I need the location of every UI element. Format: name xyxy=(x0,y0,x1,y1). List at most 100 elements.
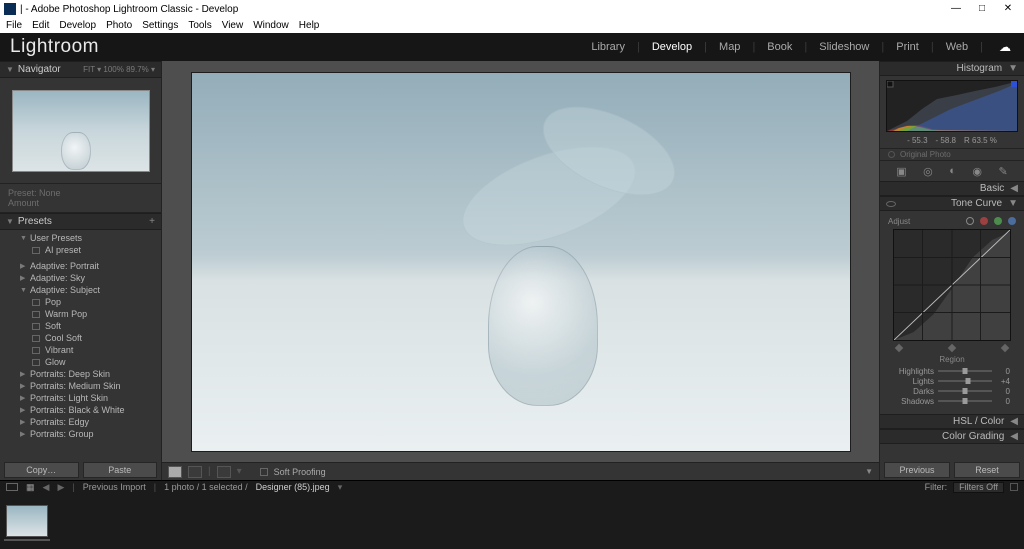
preset-item[interactable]: AI preset xyxy=(0,244,161,256)
navigator-thumbnail[interactable] xyxy=(12,90,150,172)
tone-curve-panel-header[interactable]: Tone Curve ▼ xyxy=(880,196,1024,211)
menu-develop[interactable]: Develop xyxy=(59,20,96,31)
slider-track[interactable] xyxy=(938,380,992,382)
preset-group[interactable]: ▶Portraits: Deep Skin xyxy=(0,368,161,380)
slider-track[interactable] xyxy=(938,370,992,372)
module-library[interactable]: Library xyxy=(588,41,628,53)
module-web[interactable]: Web xyxy=(943,41,971,53)
mask-tool-icon[interactable]: ◐ xyxy=(949,165,956,177)
window-minimize-button[interactable]: — xyxy=(950,3,962,15)
module-print[interactable]: Print xyxy=(893,41,922,53)
ref-view-button[interactable] xyxy=(217,466,231,478)
preset-group[interactable]: ▶Portraits: Medium Skin xyxy=(0,380,161,392)
module-slideshow[interactable]: Slideshow xyxy=(816,41,872,53)
copy-button[interactable]: Copy… xyxy=(4,462,79,478)
basic-panel-header[interactable]: Basic ◀ xyxy=(880,181,1024,196)
preset-swatch-icon xyxy=(32,311,40,318)
channel-green-icon[interactable] xyxy=(994,217,1002,225)
filmstrip-thumbnail[interactable] xyxy=(6,505,48,537)
histogram-panel-header[interactable]: Histogram ▼ xyxy=(880,61,1024,76)
original-photo-toggle[interactable]: Original Photo xyxy=(880,148,1024,161)
menu-edit[interactable]: Edit xyxy=(32,20,49,31)
color-grading-panel-header[interactable]: Color Grading ◀ xyxy=(880,429,1024,444)
cloud-sync-icon[interactable]: ☁ xyxy=(996,40,1014,54)
preset-group[interactable]: ▶Adaptive: Sky xyxy=(0,272,161,284)
preset-group[interactable]: ▶Portraits: Group xyxy=(0,428,161,440)
tone-curve-split-handles[interactable] xyxy=(888,345,1016,353)
preset-item[interactable]: Cool Soft xyxy=(0,332,161,344)
preset-group[interactable]: ▶Portraits: Edgy xyxy=(0,416,161,428)
filmstrip[interactable] xyxy=(0,493,1024,549)
menu-settings[interactable]: Settings xyxy=(142,20,178,31)
tone-region-slider[interactable]: Lights+4 xyxy=(894,376,1010,386)
menu-view[interactable]: View xyxy=(222,20,244,31)
filters-off-button[interactable]: Filters Off xyxy=(953,482,1004,493)
menu-photo[interactable]: Photo xyxy=(106,20,132,31)
slider-track[interactable] xyxy=(938,400,992,402)
reset-button[interactable]: Reset xyxy=(954,462,1020,478)
slider-knob[interactable] xyxy=(963,368,968,374)
preset-item[interactable]: Soft xyxy=(0,320,161,332)
redeye-tool-icon[interactable]: ◉ xyxy=(972,165,982,178)
navigator-preview[interactable] xyxy=(0,78,161,183)
previous-button[interactable]: Previous xyxy=(884,462,950,478)
window-maximize-button[interactable]: □ xyxy=(976,3,988,15)
menu-help[interactable]: Help xyxy=(299,20,320,31)
preset-item[interactable]: Pop xyxy=(0,296,161,308)
paste-button[interactable]: Paste xyxy=(83,462,158,478)
hist-val: - 55.3 xyxy=(907,136,927,146)
channel-blue-icon[interactable] xyxy=(1008,217,1016,225)
menu-tools[interactable]: Tools xyxy=(188,20,211,31)
slider-knob[interactable] xyxy=(963,388,968,394)
slider-knob[interactable] xyxy=(963,398,968,404)
slider-knob[interactable] xyxy=(966,378,971,384)
source-label[interactable]: Previous Import xyxy=(83,482,146,492)
module-map[interactable]: Map xyxy=(716,41,743,53)
chevron-left-icon: ◀ xyxy=(1010,183,1018,194)
preset-item[interactable]: Vibrant xyxy=(0,344,161,356)
presets-panel-header[interactable]: ▼Presets + xyxy=(0,213,161,230)
presets-label: Presets xyxy=(18,216,52,227)
preset-group[interactable]: ▶Portraits: Light Skin xyxy=(0,392,161,404)
menu-window[interactable]: Window xyxy=(253,20,289,31)
slider-label: Darks xyxy=(894,387,934,396)
hsl-panel-header[interactable]: HSL / Color ◀ xyxy=(880,414,1024,429)
filename-menu-icon[interactable]: ▾ xyxy=(338,482,343,493)
histogram[interactable] xyxy=(886,80,1018,132)
navigator-zoom-modes[interactable]: FIT ▾ 100% 89.7% ▾ xyxy=(83,65,155,74)
slider-value: 0 xyxy=(996,367,1010,376)
loupe-view-button[interactable] xyxy=(168,466,182,478)
tone-region-slider[interactable]: Highlights0 xyxy=(894,366,1010,376)
module-book[interactable]: Book xyxy=(764,41,795,53)
toolbar-menu-icon[interactable]: ▼ xyxy=(865,467,873,476)
second-monitor-icon[interactable] xyxy=(6,483,18,491)
brush-tool-icon[interactable]: ✎ xyxy=(999,165,1008,178)
main-photo[interactable] xyxy=(191,72,851,452)
nav-fwd-icon[interactable]: ▶ xyxy=(57,482,64,493)
navigator-panel-header[interactable]: ▼Navigator FIT ▾ 100% 89.7% ▾ xyxy=(0,61,161,78)
preset-group[interactable]: ▶Portraits: Black & White xyxy=(0,404,161,416)
tone-curve-graph[interactable] xyxy=(893,229,1011,341)
menu-file[interactable]: File xyxy=(6,20,22,31)
preset-group[interactable]: ▼Adaptive: Subject xyxy=(0,284,161,296)
tone-region-slider[interactable]: Darks0 xyxy=(894,386,1010,396)
filter-lock-icon[interactable] xyxy=(1010,483,1018,491)
healing-tool-icon[interactable]: ◎ xyxy=(923,165,933,178)
tone-region-slider[interactable]: Shadows0 xyxy=(894,396,1010,406)
eye-icon[interactable] xyxy=(886,201,896,207)
nav-back-icon[interactable]: ◀ xyxy=(43,482,50,493)
preset-group[interactable]: ▼User Presets xyxy=(0,232,161,244)
preset-item[interactable]: Warm Pop xyxy=(0,308,161,320)
soft-proofing-checkbox[interactable] xyxy=(260,468,268,476)
add-preset-icon[interactable]: + xyxy=(149,216,155,227)
channel-red-icon[interactable] xyxy=(980,217,988,225)
module-develop[interactable]: Develop xyxy=(649,41,695,53)
grid-view-icon[interactable]: ▦ xyxy=(26,482,35,493)
channel-rgb-icon[interactable] xyxy=(966,217,974,225)
preset-item[interactable]: Glow xyxy=(0,356,161,368)
crop-tool-icon[interactable]: ▣ xyxy=(896,165,906,178)
slider-track[interactable] xyxy=(938,390,992,392)
before-after-button[interactable] xyxy=(188,466,202,478)
window-close-button[interactable]: ✕ xyxy=(1002,3,1014,15)
preset-group[interactable]: ▶Adaptive: Portrait xyxy=(0,260,161,272)
